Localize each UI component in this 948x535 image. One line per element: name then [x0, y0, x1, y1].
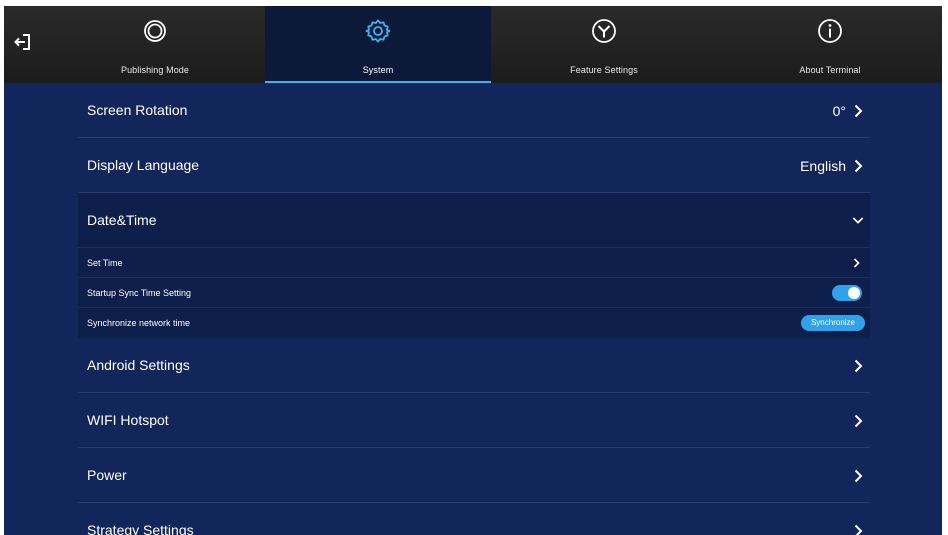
- display-language-row[interactable]: Display Language English: [78, 138, 870, 193]
- date-time-group: Date&Time Set Time Startup Sync Time Set…: [78, 193, 870, 338]
- wifi-hotspot-row[interactable]: WIFI Hotspot: [78, 393, 870, 448]
- info-icon: [817, 18, 843, 44]
- row-label: WIFI Hotspot: [87, 412, 169, 428]
- set-time-row[interactable]: Set Time: [78, 248, 870, 278]
- row-label: Date&Time: [87, 212, 157, 228]
- synchronize-button[interactable]: Synchronize: [800, 315, 865, 331]
- tab-system[interactable]: System: [265, 6, 491, 83]
- chevron-right-icon: [852, 524, 864, 535]
- top-navigation: Publishing Mode System Feature Settings: [4, 6, 942, 83]
- startup-sync-row: Startup Sync Time Setting: [78, 278, 870, 308]
- row-value: English: [800, 157, 846, 174]
- startup-sync-toggle[interactable]: [832, 285, 862, 301]
- row-label: Set Time: [87, 257, 123, 268]
- app-window: Publishing Mode System Feature Settings: [4, 6, 942, 535]
- chevron-right-icon: [852, 104, 864, 118]
- date-time-row[interactable]: Date&Time: [78, 193, 870, 248]
- chevron-right-icon: [852, 159, 864, 173]
- feature-settings-icon: [591, 18, 617, 44]
- row-label: Synchronize network time: [87, 318, 191, 328]
- strategy-settings-row[interactable]: Strategy Settings: [78, 503, 870, 535]
- chevron-down-icon: [852, 214, 864, 228]
- settings-list: Screen Rotation 0° Display Language Engl…: [78, 83, 870, 535]
- tab-publishing-mode[interactable]: Publishing Mode: [42, 6, 268, 83]
- exit-button[interactable]: [4, 6, 42, 83]
- chevron-right-icon: [852, 469, 864, 483]
- tab-feature-settings[interactable]: Feature Settings: [491, 6, 717, 83]
- row-label: Display Language: [87, 157, 200, 173]
- tab-label: About Terminal: [799, 65, 861, 75]
- screen-rotation-row[interactable]: Screen Rotation 0°: [78, 83, 870, 138]
- row-label: Android Settings: [87, 357, 190, 373]
- row-label: Power: [87, 467, 127, 483]
- row-label: Strategy Settings: [87, 522, 194, 535]
- tab-label: Feature Settings: [570, 65, 638, 75]
- chevron-right-icon: [852, 359, 864, 373]
- power-row[interactable]: Power: [78, 448, 870, 503]
- tab-about-terminal[interactable]: About Terminal: [717, 6, 942, 83]
- chevron-right-icon: [852, 414, 864, 428]
- tab-label: Publishing Mode: [120, 65, 190, 75]
- gear-icon: [365, 18, 391, 44]
- sync-network-time-row: Synchronize network time Synchronize: [78, 308, 870, 338]
- tab-label: System: [362, 65, 394, 75]
- chevron-right-icon: [850, 256, 862, 270]
- row-label: Screen Rotation: [87, 102, 188, 118]
- toggle-knob: [848, 287, 860, 299]
- publishing-mode-icon: [142, 18, 168, 44]
- row-label: Startup Sync Time Setting: [87, 287, 192, 298]
- row-value: 0°: [832, 102, 846, 119]
- android-settings-row[interactable]: Android Settings: [78, 338, 870, 393]
- exit-icon: [14, 33, 32, 56]
